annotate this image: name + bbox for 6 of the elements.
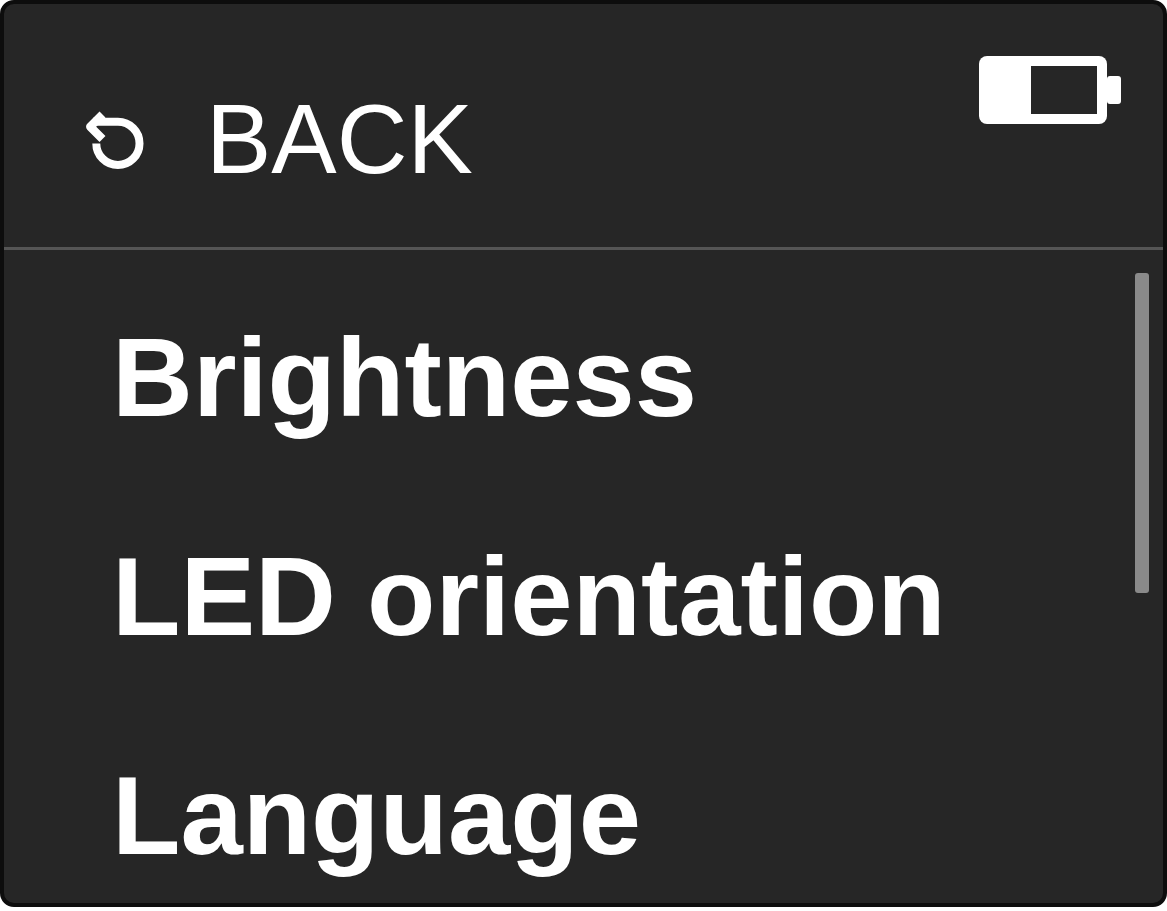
menu-item[interactable]: LED orientation	[112, 518, 946, 676]
scrollbar[interactable]	[1135, 273, 1149, 593]
menu-item[interactable]: Language	[112, 737, 641, 895]
menu-item[interactable]: Brightness	[112, 300, 697, 457]
battery-icon	[979, 56, 1121, 124]
back-button[interactable]: BACK	[78, 90, 473, 188]
